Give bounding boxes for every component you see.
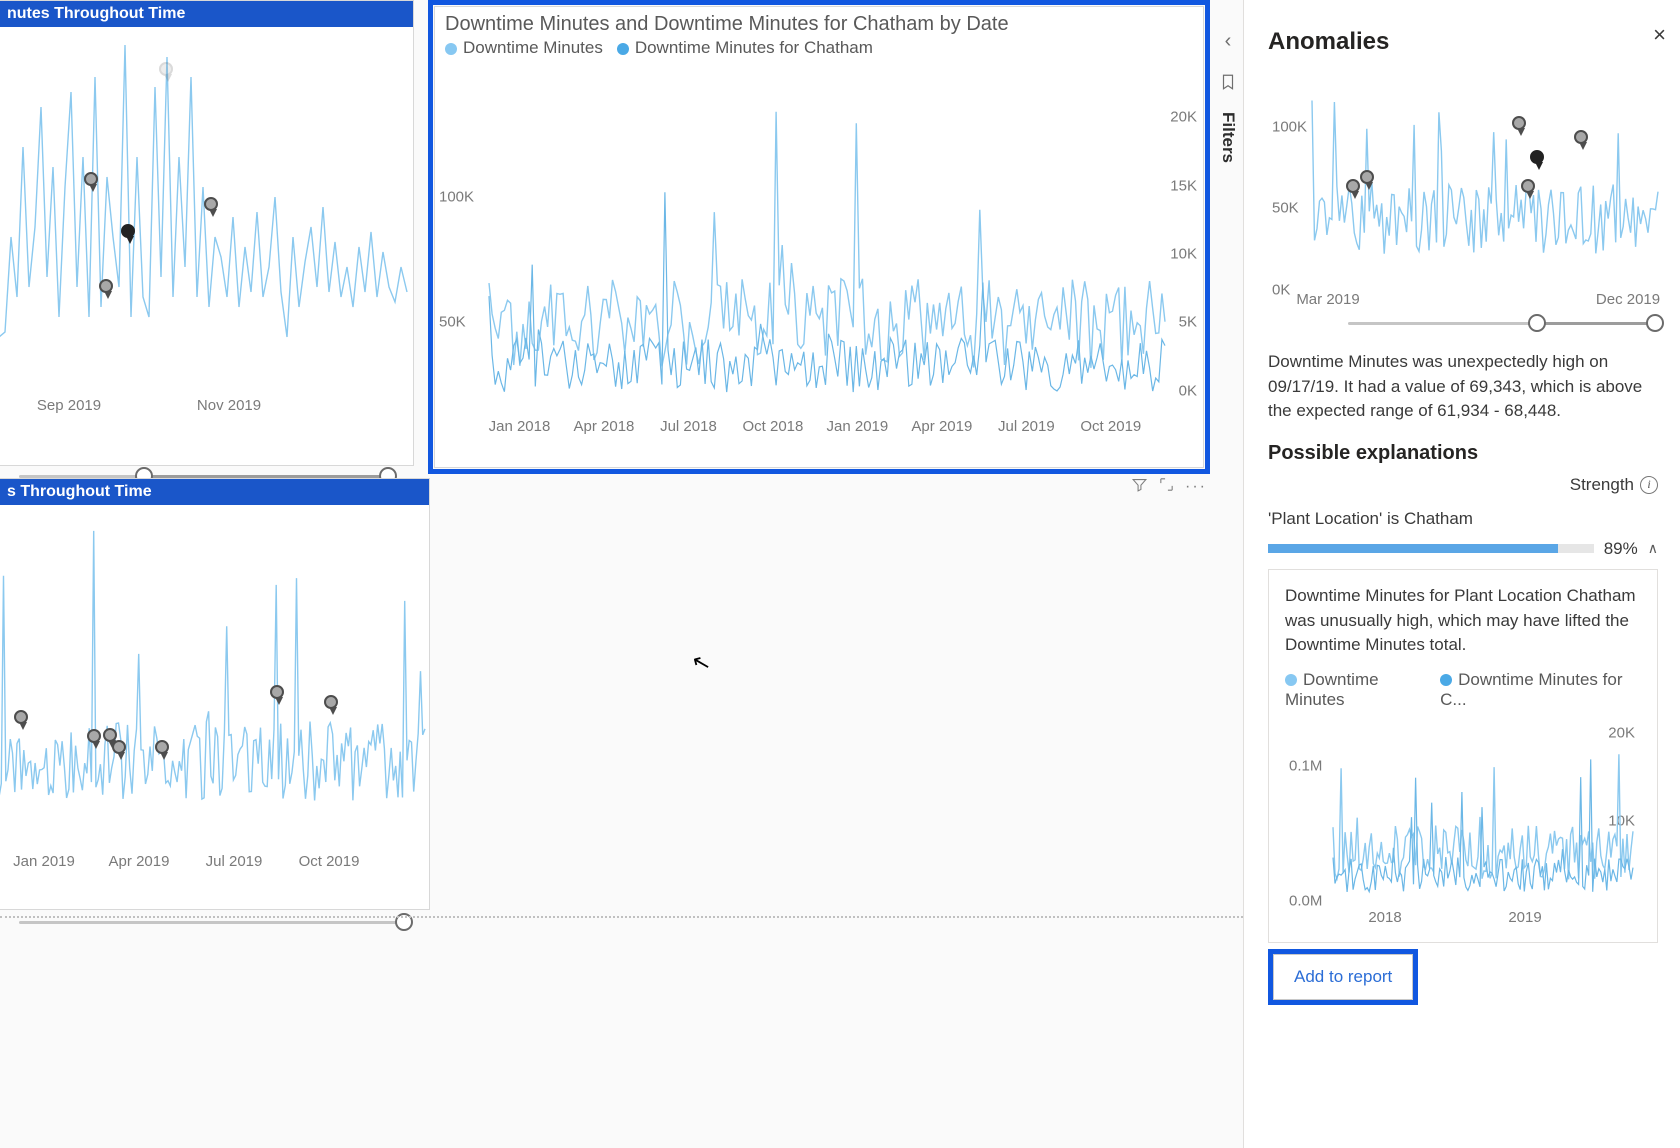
legend-item[interactable]: Downtime Minutes (1285, 670, 1426, 710)
explanation-name[interactable]: 'Plant Location' is Chatham (1268, 509, 1658, 529)
add-to-report-button[interactable]: Add to report (1273, 954, 1413, 1000)
tile-title: s Throughout Time (0, 479, 429, 505)
explanation-text: Downtime Minutes for Plant Location Chat… (1285, 584, 1641, 658)
yr-tick: 10K (1170, 246, 1197, 263)
anomaly-pin[interactable] (204, 197, 218, 211)
anomaly-pin[interactable] (155, 740, 169, 754)
yl-tick: 50K (439, 314, 466, 331)
x-tick: Jul 2019 (998, 418, 1055, 435)
yr-tick: 20K (1170, 109, 1197, 126)
close-icon[interactable]: × (1653, 22, 1666, 48)
explanation-mini-chart[interactable]: 0.1M 0.0M 20K 10K 2018 2019 (1285, 716, 1641, 926)
anomaly-pin[interactable] (1346, 179, 1360, 193)
legend-item[interactable]: Downtime Minutes (445, 38, 603, 58)
yl-tick: 0.1M (1289, 758, 1322, 775)
tile-title: nutes Throughout Time (0, 1, 413, 27)
yr-tick: 5K (1179, 314, 1197, 331)
collapse-toggle[interactable]: ‹ (1225, 30, 1232, 53)
strength-pct: 89% (1604, 539, 1638, 559)
yr-tick: 0K (1179, 382, 1197, 399)
anomaly-pin[interactable] (324, 695, 338, 709)
tile-downtime-year[interactable]: s Throughout Time Jan 2019 Apr 2019 (0, 478, 430, 910)
x-tick: Jul 2018 (660, 418, 717, 435)
mouse-cursor: ↖ (689, 648, 714, 678)
x-tick: Oct 2019 (299, 853, 360, 870)
yl-tick: 0.0M (1289, 892, 1322, 909)
strength-bar (1268, 544, 1594, 553)
anomaly-pin[interactable] (14, 710, 28, 724)
x-tick: Sep 2019 (37, 397, 101, 414)
x-tick: 2018 (1368, 909, 1401, 926)
explanation-card: Downtime Minutes for Plant Location Chat… (1268, 569, 1658, 943)
filters-pane-label[interactable]: Filters (1218, 112, 1238, 163)
focus-icon[interactable] (1158, 476, 1175, 498)
yl-tick: 100K (439, 189, 474, 206)
anomaly-pin[interactable] (270, 685, 284, 699)
anomaly-pin[interactable] (1574, 130, 1588, 144)
panel-title: Anomalies (1268, 28, 1658, 56)
anomaly-pin[interactable] (84, 172, 98, 186)
highlight-outline: Add to report (1268, 949, 1418, 1005)
more-icon[interactable]: ··· (1185, 478, 1207, 496)
legend-item[interactable]: Downtime Minutes for C... (1440, 670, 1631, 710)
x-tick: Oct 2018 (742, 418, 803, 435)
yr-tick: 15K (1170, 177, 1197, 194)
range-thumb-start[interactable] (1528, 314, 1546, 332)
x-tick: Mar 2019 (1296, 291, 1359, 308)
collapse-icon[interactable]: ∧ (1648, 540, 1658, 557)
y-tick: 0K (1272, 282, 1290, 299)
x-tick: 2019 (1508, 909, 1541, 926)
x-tick: Apr 2019 (911, 418, 972, 435)
anomaly-pin-selected[interactable] (121, 224, 135, 238)
anomaly-pin[interactable] (1360, 170, 1374, 184)
x-tick: Jul 2019 (206, 853, 263, 870)
anomaly-pin[interactable] (1521, 179, 1535, 193)
anomaly-pin[interactable] (159, 62, 173, 76)
anomalies-panel: × Anomalies 100K 50K 0K Mar 2019 Dec 201… (1244, 0, 1680, 1148)
x-tick: Jan 2018 (489, 418, 551, 435)
bookmark-icon[interactable] (1219, 73, 1237, 96)
anomaly-mini-chart[interactable]: 100K 50K 0K Mar 2019 Dec 2019 (1268, 74, 1658, 314)
report-canvas[interactable]: nutes Throughout Time Sep 2019 Nov 2019 (0, 0, 1244, 1148)
anomaly-pin[interactable] (87, 729, 101, 743)
strength-label: Strength (1570, 475, 1634, 495)
anomaly-pin-selected[interactable] (1530, 150, 1544, 164)
chart-title: Downtime Minutes and Downtime Minutes fo… (445, 13, 1193, 36)
info-icon[interactable]: i (1640, 476, 1658, 494)
x-tick: Apr 2019 (109, 853, 170, 870)
x-tick: Nov 2019 (197, 397, 261, 414)
x-tick: Jan 2019 (827, 418, 889, 435)
x-tick: Apr 2018 (574, 418, 635, 435)
anomaly-pin[interactable] (99, 279, 113, 293)
y-tick: 100K (1272, 118, 1307, 135)
filter-icon[interactable] (1131, 476, 1148, 498)
legend-item[interactable]: Downtime Minutes for Chatham (617, 38, 873, 58)
possible-explanations-heading: Possible explanations (1268, 442, 1658, 465)
range-thumb-end[interactable] (1646, 314, 1664, 332)
x-tick: Dec 2019 (1596, 291, 1660, 308)
tile-downtime-small[interactable]: nutes Throughout Time Sep 2019 Nov 2019 (0, 0, 414, 466)
x-tick: Oct 2019 (1080, 418, 1141, 435)
tile-downtime-chatham[interactable]: Downtime Minutes and Downtime Minutes fo… (434, 6, 1204, 468)
anomaly-pin[interactable] (1512, 116, 1526, 130)
x-tick: Jan 2019 (13, 853, 75, 870)
y-tick: 50K (1272, 200, 1299, 217)
anomaly-pin[interactable] (112, 740, 126, 754)
anomaly-summary: Downtime Minutes was unexpectedly high o… (1268, 350, 1658, 424)
